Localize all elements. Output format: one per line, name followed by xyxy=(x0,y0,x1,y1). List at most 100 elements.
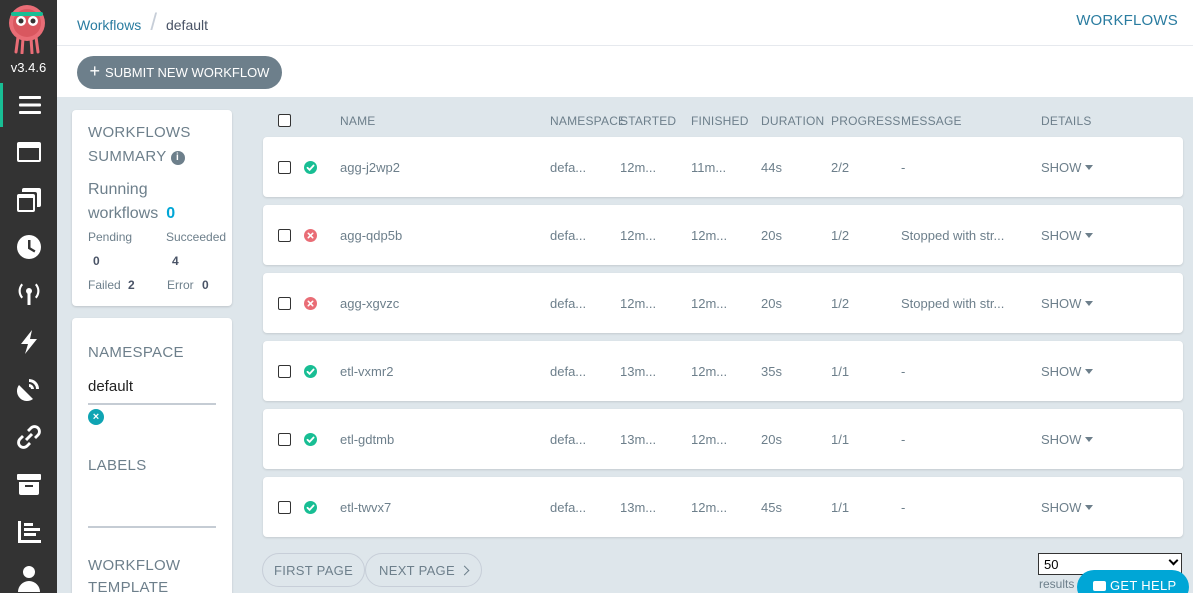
header-details[interactable]: DETAILS xyxy=(1041,114,1092,128)
table-row[interactable]: etl-vxmr2 defa... 13m... 12m... 35s 1/1 - SHOW xyxy=(263,341,1183,401)
workflow-finished: 12m... xyxy=(691,296,728,311)
action-bar: + SUBMIT NEW WORKFLOW xyxy=(57,46,1193,97)
nav-cluster-workflow-templates[interactable] xyxy=(0,178,57,222)
archive-icon xyxy=(16,474,41,495)
workflow-template-label-line2: TEMPLATE xyxy=(88,579,169,593)
workflow-started: 12m... xyxy=(620,296,657,311)
nav-event-flow[interactable] xyxy=(0,367,57,411)
breadcrumb-current: default xyxy=(165,17,209,33)
error-label: Error xyxy=(167,278,194,292)
row-checkbox[interactable] xyxy=(278,229,291,242)
workflow-namespace: defa... xyxy=(550,296,587,311)
workflow-namespace: defa... xyxy=(550,160,587,175)
header-namespace[interactable]: NAMESPACE xyxy=(550,114,626,128)
clock-icon xyxy=(16,235,41,259)
table-row[interactable]: agg-qdp5b defa... 12m... 12m... 20s 1/2 Stoppe… xyxy=(263,205,1183,265)
submit-new-workflow-label: SUBMIT NEW WORKFLOW xyxy=(105,65,270,80)
show-details-toggle[interactable]: SHOW xyxy=(1041,432,1094,447)
nav-event-sources[interactable] xyxy=(0,272,57,316)
window-icon xyxy=(16,142,41,162)
status-succeeded-icon xyxy=(304,161,317,174)
row-checkbox[interactable] xyxy=(278,161,291,174)
header-name[interactable]: NAME xyxy=(340,114,375,128)
workflow-namespace: defa... xyxy=(550,500,587,515)
breadcrumb-workflows-link[interactable]: Workflows xyxy=(77,17,141,33)
satellite-dish-icon xyxy=(16,379,39,401)
show-details-label: SHOW xyxy=(1041,500,1082,515)
namespace-label: NAMESPACE xyxy=(88,344,184,361)
workflow-finished: 12m... xyxy=(691,500,728,515)
workflow-progress: 2/2 xyxy=(831,160,850,175)
workflow-finished: 11m... xyxy=(691,160,727,175)
status-succeeded-icon xyxy=(304,365,317,378)
show-details-toggle[interactable]: SHOW xyxy=(1041,500,1094,515)
nav-sensors[interactable] xyxy=(0,320,57,364)
header-finished[interactable]: FINISHED xyxy=(691,114,749,128)
workflow-duration: 35s xyxy=(761,364,782,379)
breadcrumb: Workflows / default xyxy=(77,9,209,37)
show-details-toggle[interactable]: SHOW xyxy=(1041,364,1094,379)
next-page-label: NEXT PAGE xyxy=(379,562,455,578)
nav-archived-workflows[interactable] xyxy=(0,462,57,506)
header-duration[interactable]: DURATION xyxy=(761,114,824,128)
workflow-progress: 1/2 xyxy=(831,296,850,311)
caret-down-icon xyxy=(1085,301,1094,306)
show-details-label: SHOW xyxy=(1041,364,1082,379)
workflow-name: etl-twvx7 xyxy=(340,500,392,515)
workflow-message: Stopped with str... xyxy=(901,228,1005,243)
user-icon xyxy=(17,566,40,592)
running-label-line1: Running xyxy=(88,181,148,198)
show-details-toggle[interactable]: SHOW xyxy=(1041,228,1094,243)
caret-down-icon xyxy=(1085,233,1094,238)
header-message[interactable]: MESSAGE xyxy=(901,114,962,128)
nav-cron-workflows[interactable] xyxy=(0,225,57,269)
header-started[interactable]: STARTED xyxy=(620,114,676,128)
show-details-toggle[interactable]: SHOW xyxy=(1041,296,1094,311)
show-details-label: SHOW xyxy=(1041,432,1082,447)
workflow-finished: 12m... xyxy=(691,432,728,447)
get-help-button[interactable]: GET HELP xyxy=(1077,570,1189,593)
table-row[interactable]: agg-xgvzc defa... 12m... 12m... 20s 1/2 Stoppe… xyxy=(263,273,1183,333)
page-size-value: 50 xyxy=(1044,557,1059,572)
chat-bubble-icon xyxy=(1093,581,1106,591)
failed-count: 2 xyxy=(128,278,135,292)
workflow-namespace: defa... xyxy=(550,228,587,243)
labels-input[interactable] xyxy=(88,526,216,528)
show-details-label: SHOW xyxy=(1041,228,1082,243)
workflow-message: - xyxy=(901,500,906,515)
clear-namespace-icon[interactable]: × xyxy=(88,409,104,425)
first-page-button[interactable]: FIRST PAGE xyxy=(262,553,365,587)
row-checkbox[interactable] xyxy=(278,297,291,310)
page-title: WORKFLOWS xyxy=(1076,12,1178,29)
running-count: 0 xyxy=(166,205,176,222)
row-checkbox[interactable] xyxy=(278,501,291,514)
row-checkbox[interactable] xyxy=(278,433,291,446)
header-progress[interactable]: PROGRESS xyxy=(831,114,901,128)
show-details-toggle[interactable]: SHOW xyxy=(1041,160,1094,175)
submit-new-workflow-button[interactable]: + SUBMIT NEW WORKFLOW xyxy=(77,56,282,89)
table-row[interactable]: etl-twvx7 defa... 13m... 12m... 45s 1/1 - SHOW xyxy=(263,477,1183,537)
workflow-duration: 20s xyxy=(761,228,782,243)
nav-workflows[interactable] xyxy=(0,83,57,127)
nav-workflow-templates[interactable] xyxy=(0,130,57,174)
workflow-progress: 1/2 xyxy=(831,228,850,243)
workflow-finished: 12m... xyxy=(691,228,728,243)
running-workflows: Running workflows 0 xyxy=(88,178,232,226)
workflow-message: - xyxy=(901,160,906,175)
info-icon[interactable]: i xyxy=(170,151,185,165)
nav-reports[interactable] xyxy=(0,510,57,554)
table-row[interactable]: agg-j2wp2 defa... 12m... 11m... 44s 2/2 - SHOW xyxy=(263,137,1183,197)
argo-logo[interactable] xyxy=(7,4,47,54)
caret-down-icon xyxy=(1085,165,1094,170)
select-all-checkbox[interactable] xyxy=(278,114,291,127)
next-page-button[interactable]: NEXT PAGE xyxy=(365,553,482,587)
nav-pipelines[interactable] xyxy=(0,415,57,459)
bolt-icon xyxy=(20,330,37,354)
nav-user[interactable] xyxy=(0,556,57,593)
namespace-input[interactable]: default xyxy=(88,378,216,405)
workflows-summary-panel: WORKFLOWS SUMMARY i Running workflows 0 Pe… xyxy=(72,110,232,306)
workflow-started: 12m... xyxy=(620,228,657,243)
table-row[interactable]: etl-gdtmb defa... 13m... 12m... 20s 1/1 - SHOW xyxy=(263,409,1183,469)
workflow-started: 12m... xyxy=(620,160,657,175)
row-checkbox[interactable] xyxy=(278,365,291,378)
